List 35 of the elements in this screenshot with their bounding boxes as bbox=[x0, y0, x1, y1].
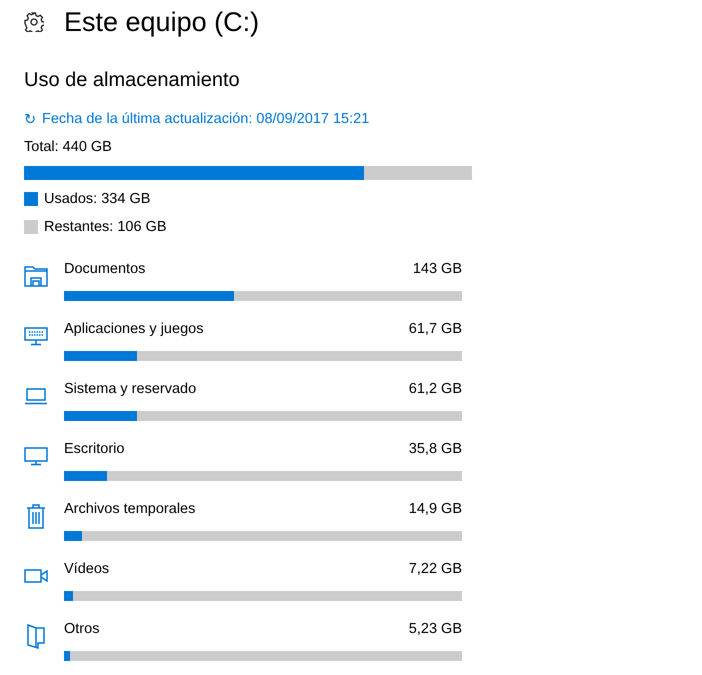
document-icon bbox=[26, 623, 46, 649]
category-size: 61,7 GB bbox=[408, 321, 462, 339]
storage-category[interactable]: Escritorio 35,8 GB bbox=[24, 441, 702, 501]
legend-label: Restantes: 106 GB bbox=[44, 219, 167, 235]
folder-icon bbox=[24, 264, 48, 288]
category-name: Aplicaciones y juegos bbox=[64, 321, 204, 339]
window-title: Este equipo (C:) bbox=[64, 6, 260, 38]
category-name: Documentos bbox=[64, 261, 146, 279]
total-label: Total: 440 GB bbox=[24, 139, 113, 157]
storage-category[interactable]: Otros 5,23 GB bbox=[24, 621, 702, 675]
legend-label: Usados: 334 GB bbox=[44, 191, 150, 207]
category-size: 61,2 GB bbox=[408, 381, 462, 399]
video-camera-icon bbox=[24, 568, 48, 584]
laptop-icon bbox=[24, 387, 48, 405]
storage-category[interactable]: Archivos temporales 14,9 GB bbox=[24, 501, 702, 561]
category-size: 14,9 GB bbox=[408, 501, 462, 519]
monitor-keyboard-icon bbox=[24, 326, 48, 346]
category-name: Escritorio bbox=[64, 441, 124, 459]
category-name: Vídeos bbox=[64, 561, 110, 579]
category-size: 143 GB bbox=[412, 261, 462, 279]
settings-icon bbox=[24, 12, 44, 32]
category-size: 5,23 GB bbox=[408, 621, 462, 639]
storage-category[interactable]: Documentos 143 GB bbox=[24, 261, 702, 321]
category-name: Otros bbox=[64, 621, 100, 639]
monitor-icon bbox=[24, 446, 48, 466]
storage-category[interactable]: Vídeos 7,22 GB bbox=[24, 561, 702, 621]
trash-icon bbox=[26, 503, 46, 529]
refresh-link[interactable]: ↻ Fecha de la última actualización: 08/09/2017 15:21 bbox=[24, 111, 702, 131]
category-size: 7,22 GB bbox=[408, 561, 462, 579]
section-title: Uso de almacenamiento bbox=[24, 69, 241, 93]
category-name: Archivos temporales bbox=[64, 501, 196, 519]
storage-category[interactable]: Aplicaciones y juegos 61,7 GB bbox=[24, 321, 702, 381]
storage-category[interactable]: Sistema y reservado 61,2 GB bbox=[24, 381, 702, 441]
category-size: 35,8 GB bbox=[408, 441, 462, 459]
category-name: Sistema y reservado bbox=[64, 381, 196, 399]
